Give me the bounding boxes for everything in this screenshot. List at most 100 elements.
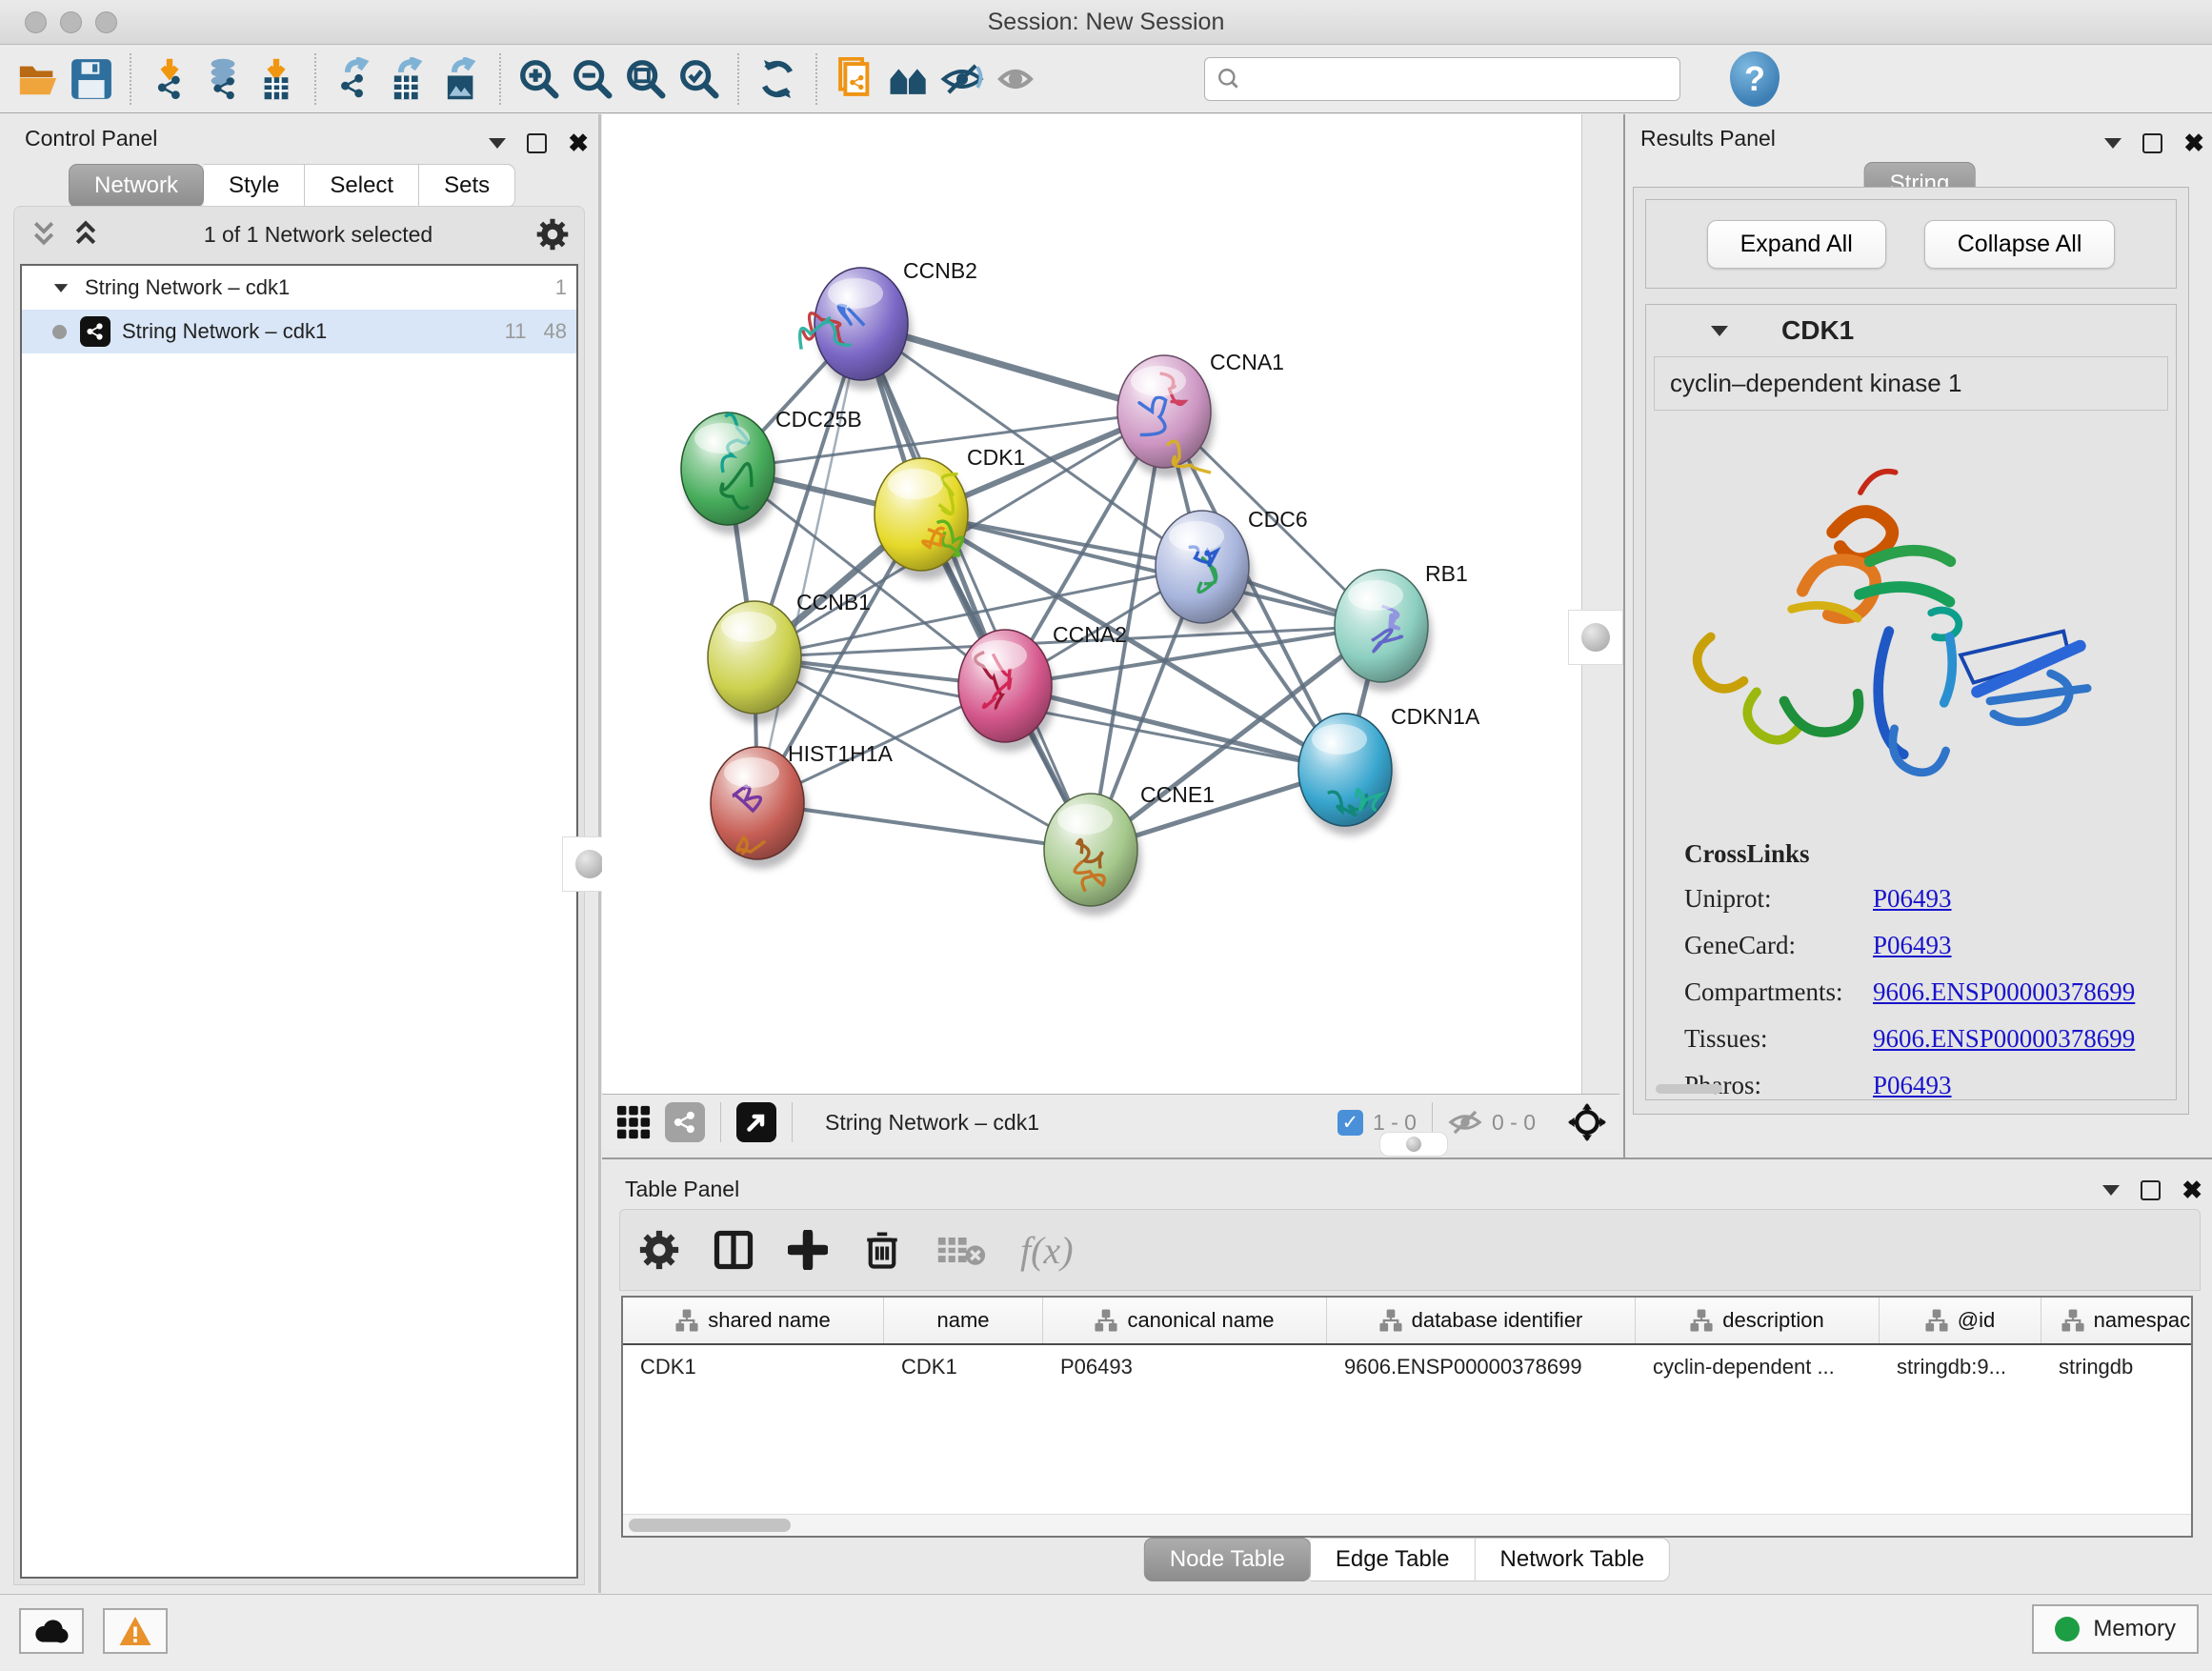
node-ccna1[interactable]: [1117, 355, 1215, 477]
node-cdk1[interactable]: [875, 458, 972, 580]
node-cdkn1a[interactable]: [1298, 714, 1396, 836]
duplicate-network-icon[interactable]: [829, 52, 882, 106]
hide-selected-icon[interactable]: [935, 52, 989, 106]
memory-button[interactable]: Memory: [2032, 1604, 2199, 1654]
network-canvas[interactable]: CCNB2CCNA1CDC25BCDK1CDC6RB1CCNB1CCNA2CDK…: [602, 114, 1582, 1094]
network-row-selected[interactable]: String Network – cdk1 11 48: [22, 310, 576, 353]
panel-menu-icon[interactable]: [489, 138, 506, 149]
column-header-namespace[interactable]: namespace: [2041, 1298, 2193, 1343]
tab-node-table[interactable]: Node Table: [1144, 1538, 1311, 1581]
delete-column-icon[interactable]: [862, 1230, 902, 1270]
crosslink-link[interactable]: P06493: [1873, 1071, 1952, 1100]
expand-all-button[interactable]: Expand All: [1707, 220, 1886, 269]
column-header-database-identifier[interactable]: database identifier: [1327, 1298, 1636, 1343]
search-input[interactable]: [1249, 66, 1679, 92]
search-icon: [1217, 67, 1241, 91]
show-columns-icon[interactable]: [714, 1230, 754, 1270]
panel-close-icon[interactable]: ✖: [568, 131, 589, 155]
first-neighbors-icon[interactable]: [882, 52, 935, 106]
export-image-icon[interactable]: [434, 52, 488, 106]
entry-expander-icon[interactable]: [1711, 326, 1728, 336]
open-external-viewer-icon[interactable]: [736, 1102, 776, 1142]
collapse-all-networks-icon[interactable]: [71, 219, 100, 250]
import-network-database-icon[interactable]: [196, 52, 250, 106]
crosslink-link[interactable]: 9606.ENSP00000378699: [1873, 977, 2135, 1007]
table-cell[interactable]: CDK1: [884, 1345, 1043, 1379]
zoom-out-icon[interactable]: [566, 52, 619, 106]
collection-expander-icon[interactable]: [54, 284, 68, 292]
node-ccna2[interactable]: [958, 630, 1056, 752]
table-cell[interactable]: stringdb:9...: [1880, 1345, 2041, 1379]
window-close-button[interactable]: [25, 11, 47, 33]
selected-checkbox-icon[interactable]: ✓: [1337, 1110, 1363, 1136]
table-hscrollbar-thumb[interactable]: [629, 1519, 791, 1532]
table-options-gear-icon[interactable]: [639, 1230, 679, 1270]
column-header-canonical-name[interactable]: canonical name: [1043, 1298, 1327, 1343]
crosslink-label: Tissues:: [1684, 1024, 1873, 1054]
results-hscrollbar[interactable]: [1656, 1084, 1722, 1094]
panel-menu-icon[interactable]: [2104, 138, 2122, 149]
warnings-button[interactable]: [103, 1608, 168, 1654]
edge-ccnb2-ccne1[interactable]: [861, 324, 1091, 850]
open-folder-icon[interactable]: [11, 52, 65, 106]
pan-crosshair-icon[interactable]: [1568, 1103, 1606, 1141]
crosslink-link[interactable]: P06493: [1873, 884, 1952, 914]
toolbar-search[interactable]: [1204, 57, 1680, 101]
tab-select[interactable]: Select: [305, 164, 419, 208]
column-header--id[interactable]: @id: [1880, 1298, 2041, 1343]
birdseye-grid-icon[interactable]: [615, 1104, 652, 1140]
collapse-all-button[interactable]: Collapse All: [1924, 220, 2116, 269]
help-button[interactable]: ?: [1730, 51, 1780, 107]
right-splitter-handle[interactable]: [1568, 610, 1623, 665]
panel-float-icon[interactable]: [2142, 133, 2162, 153]
export-table-icon[interactable]: [381, 52, 434, 106]
panel-float-icon[interactable]: [527, 133, 547, 153]
table-cell[interactable]: P06493: [1043, 1345, 1327, 1379]
memory-label: Memory: [2093, 1616, 2176, 1642]
crosslink-link[interactable]: 9606.ENSP00000378699: [1873, 1024, 2135, 1054]
node-label-ccnb1: CCNB1: [796, 590, 871, 614]
column-header-description[interactable]: description: [1636, 1298, 1880, 1343]
node-ccne1[interactable]: [1044, 794, 1141, 916]
network-options-gear-icon[interactable]: [536, 218, 569, 251]
panel-close-icon[interactable]: ✖: [2183, 131, 2204, 155]
window-minimize-button[interactable]: [60, 11, 82, 33]
window-zoom-button[interactable]: [95, 11, 117, 33]
import-network-file-icon[interactable]: [143, 52, 196, 106]
node-ccnb1[interactable]: [708, 601, 805, 723]
table-cell[interactable]: 9606.ENSP00000378699: [1327, 1345, 1636, 1379]
expand-all-networks-icon[interactable]: [30, 219, 58, 250]
zoom-fit-icon[interactable]: [619, 52, 673, 106]
export-network-icon[interactable]: [328, 52, 381, 106]
add-column-icon[interactable]: [788, 1230, 828, 1270]
bottom-splitter-handle[interactable]: [1379, 1132, 1448, 1157]
gene-entry-header[interactable]: CDK1: [1646, 305, 2176, 356]
zoom-in-icon[interactable]: [513, 52, 566, 106]
tab-network[interactable]: Network: [69, 164, 204, 208]
tab-edge-table[interactable]: Edge Table: [1311, 1538, 1476, 1581]
table-cell[interactable]: cyclin-dependent ...: [1636, 1345, 1880, 1379]
crosslink-link[interactable]: P06493: [1873, 931, 1952, 960]
node-cdc6[interactable]: [1156, 511, 1253, 633]
node-rb1[interactable]: [1335, 570, 1432, 692]
column-header-name[interactable]: name: [884, 1298, 1043, 1343]
save-session-icon[interactable]: [65, 52, 118, 106]
table-row[interactable]: CDK1CDK1P064939606.ENSP00000378699cyclin…: [623, 1345, 2191, 1379]
cloud-status-button[interactable]: [19, 1608, 84, 1654]
table-cell[interactable]: CDK1: [623, 1345, 884, 1379]
tab-style[interactable]: Style: [204, 164, 305, 208]
panel-menu-icon[interactable]: [2102, 1185, 2120, 1196]
edge-ccnb2-hist1h1a[interactable]: [757, 324, 861, 803]
tab-sets[interactable]: Sets: [419, 164, 515, 208]
network-collection-row[interactable]: String Network – cdk1 1: [22, 266, 576, 310]
table-hscrollbar[interactable]: [623, 1514, 2191, 1536]
refresh-layout-icon[interactable]: [751, 52, 804, 106]
zoom-selected-icon[interactable]: [673, 52, 726, 106]
column-header-shared-name[interactable]: shared name: [623, 1298, 884, 1343]
tab-network-table[interactable]: Network Table: [1476, 1538, 1671, 1581]
import-table-icon[interactable]: [250, 52, 303, 106]
panel-close-icon[interactable]: ✖: [2182, 1178, 2202, 1202]
panel-float-icon[interactable]: [2141, 1180, 2161, 1200]
table-cell[interactable]: stringdb: [2041, 1345, 2193, 1379]
network-overview-icon[interactable]: [665, 1102, 705, 1142]
